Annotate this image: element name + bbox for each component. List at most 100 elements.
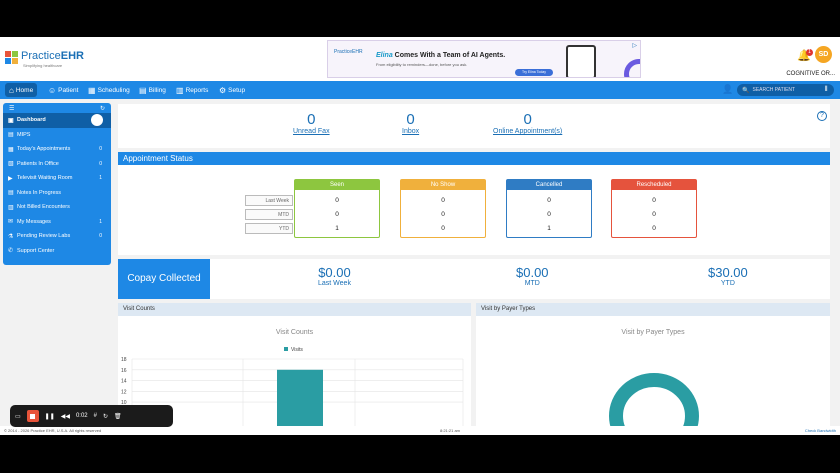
user-name-label[interactable]: COGNITIVE OR... [786, 71, 835, 77]
copay-mtd: $0.00 MTD [516, 265, 549, 288]
grid-icon[interactable]: # [94, 413, 97, 419]
sidebar-toolbar: ☰ ↻ [3, 103, 111, 113]
video-icon: ▶ [8, 175, 13, 182]
copay-title: Copay Collected [118, 259, 210, 299]
y-tick-label: 12 [121, 389, 127, 395]
visit-counts-header: Visit Counts [118, 303, 471, 316]
y-tick-label: 16 [121, 368, 127, 374]
sidebar-item-todays-appointments[interactable]: ▦ Today's Appointments 0 [3, 142, 111, 157]
cancelled-card-title: Cancelled [507, 180, 591, 190]
help-icon[interactable]: ? [817, 111, 827, 121]
seen-last-week: 0 [335, 197, 339, 204]
calendar-icon: ▦ [88, 85, 96, 95]
patient-search[interactable]: 🔍 ⦀ [737, 84, 834, 96]
nav-billing[interactable]: ▤ Billing [135, 83, 170, 97]
practice-ehr-logo[interactable]: PracticeEHR Simplifying healthcare [5, 50, 84, 68]
reports-icon: ▥ [176, 85, 184, 95]
nav-home[interactable]: ⌂ Home [5, 83, 38, 97]
cancelled-last-week: 0 [547, 197, 551, 204]
ad-subtitle: From eligibility to reminders—done, befo… [376, 62, 468, 67]
sidebar-item-mips[interactable]: ▤ MIPS [3, 128, 111, 143]
pause-icon[interactable]: ❚❚ [45, 413, 55, 420]
row-label-mtd: MTD [245, 209, 293, 220]
summary-panel: 0 Unread Fax 0 Inbox 0 Online Appointment(s… [118, 104, 830, 148]
dashboard-icon: ▣ [8, 117, 14, 124]
footer-time: 8:21:21 am [440, 428, 461, 433]
lab-icon: ⚗ [8, 233, 14, 240]
camera-icon[interactable]: ▭ [15, 413, 21, 420]
sidebar-item-dashboard[interactable]: ▣ Dashboard [3, 113, 111, 128]
copay-ytd: $30.00 YTD [708, 265, 748, 288]
appointment-status-body: Last Week MTD YTD Seen 0 0 1 No Show 0 0… [118, 165, 830, 255]
screen-recorder-toolbar: ▭ ❚❚ ◀◀ 0:02 # ↻ 🗑 [10, 405, 173, 427]
row-label-last-week: Last Week [245, 195, 293, 206]
logo-text: PracticeEHR [21, 50, 84, 62]
user-avatar[interactable]: SD [815, 46, 832, 63]
nav-reports[interactable]: ▥ Reports [172, 83, 212, 97]
cancelled-ytd: 1 [547, 225, 551, 232]
payer-types-header: Visit by Payer Types [476, 303, 830, 316]
online-appointments-summary[interactable]: 0 Online Appointment(s) [493, 112, 562, 136]
add-user-icon[interactable]: 👤 [722, 84, 733, 95]
billing-icon: ▥ [8, 204, 14, 211]
ad-decoration [624, 59, 640, 77]
sidebar-item-televisit-waiting-room[interactable]: ▶ Televisit Waiting Room 1 [3, 171, 111, 186]
patients-icon: ▧ [8, 161, 14, 168]
person-icon: ☺ [48, 85, 57, 95]
sidebar-item-pending-review-labs[interactable]: ⚗ Pending Review Labs 0 [3, 229, 111, 244]
legend-label: Visits [291, 347, 303, 353]
sidebar-item-my-messages[interactable]: ✉ My Messages 1 [3, 215, 111, 230]
sidebar-item-patients-in-office[interactable]: ▧ Patients In Office 0 [3, 157, 111, 172]
refresh-icon[interactable]: ↻ [100, 105, 105, 112]
logo-tagline: Simplifying healthcare [23, 63, 63, 68]
restart-icon[interactable]: ↻ [103, 413, 108, 420]
payer-types-chart [609, 373, 699, 435]
notification-bell-icon[interactable]: 🔔 1 [797, 49, 813, 63]
nav-patient[interactable]: ☺ Patient [44, 83, 82, 97]
row-label-ytd: YTD [245, 223, 293, 234]
sidebar-item-not-billed-encounters[interactable]: ▥ Not Billed Encounters [3, 200, 111, 215]
payer-types-panel: Visit by Payer Types Visit by Payer Type… [476, 303, 830, 435]
nav-setup[interactable]: ⚙ Setup [215, 83, 249, 97]
assistant-avatar-icon[interactable] [91, 114, 103, 126]
nav-scheduling[interactable]: ▦ Scheduling [84, 83, 134, 97]
no-show-card-title: No Show [401, 180, 485, 190]
mail-icon: ✉ [8, 219, 14, 226]
trash-icon[interactable]: 🗑 [114, 413, 122, 420]
rewind-icon[interactable]: ◀◀ [61, 413, 70, 420]
search-icon: 🔍 [742, 87, 750, 94]
cancelled-mtd: 0 [547, 211, 551, 218]
main-nav-bar: ⌂ Home ☺ Patient ▦ Scheduling ▤ Billing ▥ Rep… [0, 81, 840, 99]
no-show-mtd: 0 [441, 211, 445, 218]
app-window: PracticeEHR Simplifying healthcare Pract… [0, 37, 840, 435]
sidebar-item-notes-in-progress[interactable]: ▤ Notes In Progress [3, 186, 111, 201]
search-patient-input[interactable] [752, 87, 823, 93]
mips-icon: ▤ [8, 132, 14, 139]
copay-last-week: $0.00 Last Week [318, 265, 351, 288]
sidebar-item-support-center[interactable]: ✆ Support Center [3, 244, 111, 259]
sidebar: ☰ ↻ ▣ Dashboard ▤ MIPS ▦ Today's Appointmen… [3, 103, 111, 265]
stop-recording-button[interactable] [26, 410, 39, 422]
y-tick-label: 14 [121, 379, 127, 385]
logo-mark-icon [5, 51, 19, 65]
seen-ytd: 1 [335, 225, 339, 232]
ad-banner[interactable]: PracticeEHR Elina Comes With a Team of A… [327, 40, 641, 78]
ad-headline: Elina Comes With a Team of AI Agents. [376, 52, 506, 59]
ad-logo: PracticeEHR [334, 49, 363, 55]
rescheduled-mtd: 0 [652, 211, 656, 218]
menu-icon[interactable]: ☰ [9, 105, 14, 112]
check-bandwidth-link[interactable]: Check Bandwidth [805, 428, 836, 433]
recording-timer: 0:02 [75, 413, 88, 419]
unread-fax-summary[interactable]: 0 Unread Fax [293, 112, 330, 136]
dashboard-main: 0 Unread Fax 0 Inbox 0 Online Appointment(s… [116, 100, 836, 435]
rescheduled-ytd: 0 [652, 225, 656, 232]
calendar-icon: ▦ [8, 146, 14, 153]
y-tick-label: 18 [121, 357, 127, 363]
copay-panel: Copay Collected $0.00 Last Week $0.00 MTD … [118, 259, 830, 299]
ad-cta-button[interactable]: Try Elina Today [515, 69, 553, 76]
ad-close-icon[interactable]: ▷ [632, 42, 637, 49]
search-options-icon[interactable]: ⦀ [824, 86, 827, 94]
legend-swatch [284, 347, 288, 351]
inbox-summary[interactable]: 0 Inbox [402, 112, 419, 136]
seen-card-title: Seen [295, 180, 379, 190]
